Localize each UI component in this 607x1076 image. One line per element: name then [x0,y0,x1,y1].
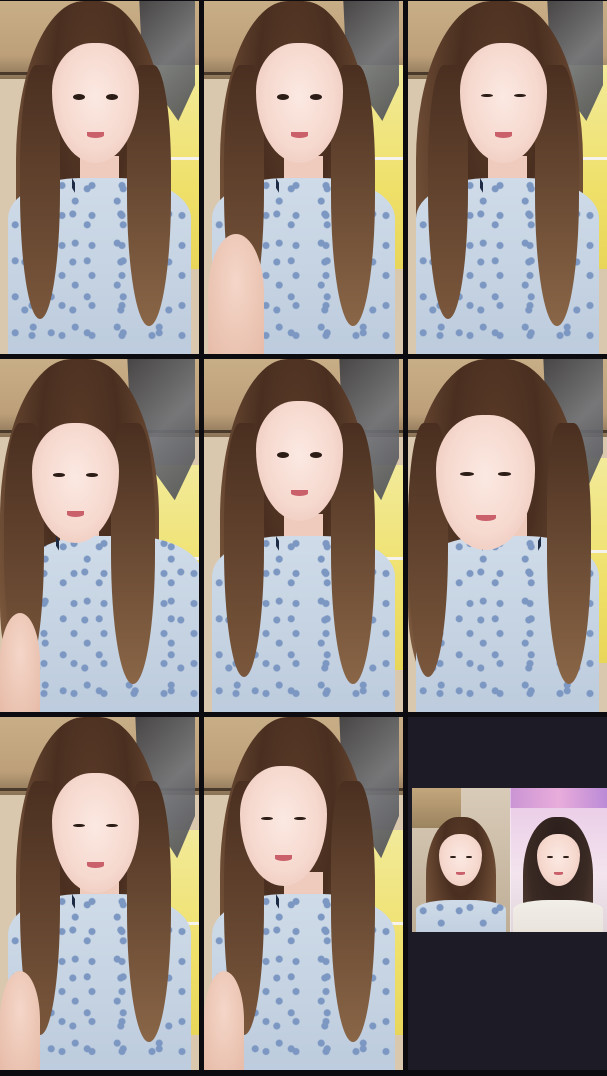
eye-right [466,856,472,859]
mouth [476,515,496,522]
mouth [554,872,563,875]
participant-arm [0,613,40,712]
eye-left [547,856,553,859]
mouth [291,132,309,138]
participant-shirt [20,536,199,713]
hair-strand-right [331,781,375,1042]
eye-right [310,452,322,458]
inset-video-left [412,788,510,932]
eye-right [514,94,526,98]
video-tile-1[interactable] [0,1,199,354]
eye-left [53,473,65,477]
eye-left [460,472,474,476]
participant-arm [204,971,244,1070]
video-tile-3[interactable] [408,1,607,354]
hair-strand-right [547,423,591,684]
eye-right [498,472,512,476]
eye-left [261,817,273,821]
eye-left [73,94,85,100]
inset-banner [510,788,607,808]
inset-video-right [510,788,607,932]
video-tile-7[interactable] [0,717,199,1070]
mouth [67,511,85,517]
eye-left [73,824,85,828]
video-tile-4[interactable] [0,359,199,712]
mouth [456,872,465,875]
video-grid [0,0,607,1076]
mouth [275,855,293,861]
video-tile-8[interactable] [204,717,403,1070]
video-tile-6[interactable] [408,359,607,712]
eye-right [310,94,322,100]
video-tile-5[interactable] [204,359,403,712]
participant-arm [0,971,40,1070]
eye-right [106,824,118,828]
eye-right [563,856,569,859]
inset-video[interactable] [412,788,607,932]
participant-hand [208,234,264,354]
video-tile-2[interactable] [204,1,403,354]
mouth [495,132,513,138]
eye-right [106,94,118,100]
inset-divider [510,788,511,932]
mouth [87,862,105,868]
eye-right [86,473,98,477]
eye-left [450,856,456,859]
eye-left [277,452,289,458]
video-tile-9-empty[interactable] [408,717,607,1070]
eye-left [481,94,493,98]
participant-shirt [513,900,603,932]
mouth [87,132,105,138]
mouth [291,490,309,496]
eye-left [277,94,289,100]
eye-right [294,817,306,821]
participant-shirt [416,900,506,932]
